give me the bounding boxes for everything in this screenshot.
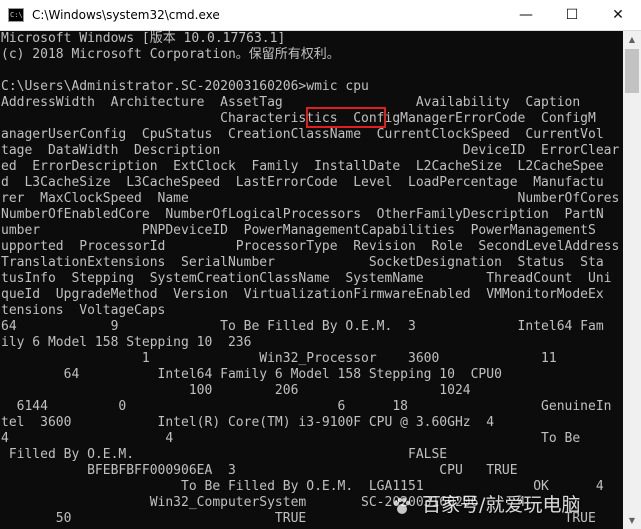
console-line: umber PNPDeviceID PowerManagementCapabil… bbox=[1, 223, 596, 238]
minimize-button[interactable]: — bbox=[503, 0, 549, 31]
console-line: 100 206 1024 bbox=[1, 383, 471, 398]
console-line: 64 Intel64 Family 6 Model 158 Stepping 1… bbox=[1, 367, 502, 382]
console-line: ily 6 Model 158 Stepping 10 236 bbox=[1, 335, 252, 350]
console-line: tel 3600 Intel(R) Core(TM) i3-9100F CPU … bbox=[1, 415, 495, 430]
scroll-down-arrow-icon[interactable]: ▼ bbox=[623, 512, 641, 529]
console-line: C:\Users\Administrator.SC-202003160206>w… bbox=[1, 79, 369, 94]
title-bar[interactable]: C:\ C:\Windows\system32\cmd.exe — ☐ ✕ bbox=[0, 0, 641, 31]
watermark-text: 百家号/就爱玩电脑 bbox=[422, 494, 581, 516]
cmd-icon[interactable]: C:\ bbox=[8, 8, 24, 22]
console-line: (c) 2018 Microsoft Corporation。保留所有权利。 bbox=[1, 47, 340, 62]
paw-logo-icon bbox=[393, 497, 411, 514]
console-output[interactable]: Microsoft Windows [版本 10.0.17763.1] (c) … bbox=[0, 31, 623, 529]
console-line: upported ProcessorId ProcessorType Revis… bbox=[1, 239, 620, 254]
vertical-scrollbar[interactable]: ▲ ▼ bbox=[623, 31, 641, 529]
console-line: Filled By O.E.M. FALSE bbox=[1, 447, 448, 462]
console-text: Microsoft Windows [版本 10.0.17763.1] (c) … bbox=[0, 31, 623, 527]
console-line: Microsoft Windows [版本 10.0.17763.1] bbox=[1, 31, 286, 46]
close-button[interactable]: ✕ bbox=[595, 0, 641, 31]
console-line: queId UpgradeMethod Version Virtualizati… bbox=[1, 287, 604, 302]
console-line: 4 4 To Be bbox=[1, 431, 581, 446]
console-line: 6144 0 6 18 GenuineIn bbox=[1, 399, 612, 414]
console-line: TranslationExtensions SerialNumber Socke… bbox=[1, 255, 604, 270]
console-line: tage DataWidth Description DeviceID Erro… bbox=[1, 143, 620, 158]
console-line: Characteristics ConfigManagerErrorCode C… bbox=[1, 111, 596, 126]
console-line: 1 Win32_Processor 3600 11 bbox=[1, 351, 557, 366]
maximize-button[interactable]: ☐ bbox=[549, 0, 595, 31]
console-line: BFEBFBFF000906EA 3 CPU TRUE bbox=[1, 463, 518, 478]
console-line: anagerUserConfig CpuStatus CreationClass… bbox=[1, 127, 604, 142]
console-line: tusInfo Stepping SystemCreationClassName… bbox=[1, 271, 612, 286]
scrollbar-thumb[interactable] bbox=[625, 49, 639, 93]
console-line: ed ErrorDescription ExtClock Family Inst… bbox=[1, 159, 604, 174]
watermark: 百家号/就爱玩电脑 bbox=[392, 488, 580, 522]
console-line: d L3CacheSize L3CacheSpeed LastErrorCode… bbox=[1, 175, 604, 190]
window-title: C:\Windows\system32\cmd.exe bbox=[32, 8, 220, 22]
console-line: tensions VoltageCaps bbox=[1, 303, 166, 318]
command-highlight-box bbox=[306, 107, 386, 128]
console-line: 64 9 To Be Filled By O.E.M. 3 Intel64 Fa… bbox=[1, 319, 604, 334]
console-line: NumberOfEnabledCore NumberOfLogicalProce… bbox=[1, 207, 604, 222]
console-line: rer MaxClockSpeed Name NumberOfCores bbox=[1, 191, 620, 206]
console-line: AddressWidth Architecture AssetTag Avail… bbox=[1, 95, 581, 110]
scroll-up-arrow-icon[interactable]: ▲ bbox=[623, 31, 641, 48]
